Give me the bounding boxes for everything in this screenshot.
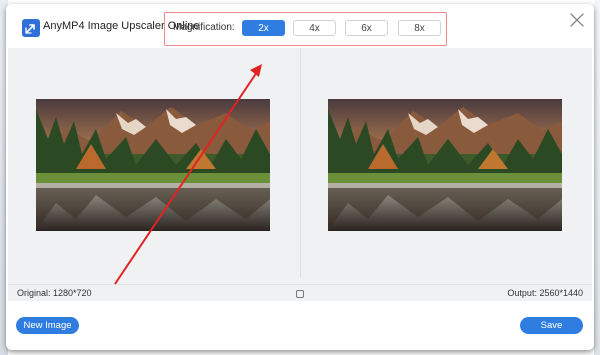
magnification-8x-button[interactable]: 8x: [398, 20, 441, 36]
magnification-2x-button[interactable]: 2x: [242, 20, 285, 36]
magnification-group: Magnification: 2x 4x 6x 8x: [164, 12, 447, 46]
output-image-preview: [328, 99, 562, 231]
compare-icon[interactable]: [296, 290, 304, 298]
preview-divider: [300, 48, 301, 277]
upscaler-dialog: AnyMP4 Image Upscaler Online Magnificati…: [6, 4, 594, 350]
close-icon[interactable]: [569, 12, 585, 28]
magnification-4x-button[interactable]: 4x: [293, 20, 336, 36]
background-right: [594, 0, 600, 355]
magnification-6x-button[interactable]: 6x: [345, 20, 388, 36]
magnification-label: Magnification:: [173, 22, 235, 33]
original-resolution: Original: 1280*720: [17, 288, 92, 298]
preview-workspace: Original: 1280*720 Output: 2560*1440: [8, 48, 592, 301]
output-resolution: Output: 2560*1440: [507, 288, 583, 298]
dialog-header: AnyMP4 Image Upscaler Online Magnificati…: [6, 4, 594, 48]
save-button[interactable]: Save: [520, 317, 583, 334]
resolution-bar: Original: 1280*720 Output: 2560*1440: [8, 284, 592, 302]
upscale-arrows-icon: [22, 19, 40, 37]
original-image-preview: [36, 99, 270, 231]
new-image-button[interactable]: New Image: [16, 317, 79, 334]
dialog-footer: New Image Save: [6, 301, 594, 350]
